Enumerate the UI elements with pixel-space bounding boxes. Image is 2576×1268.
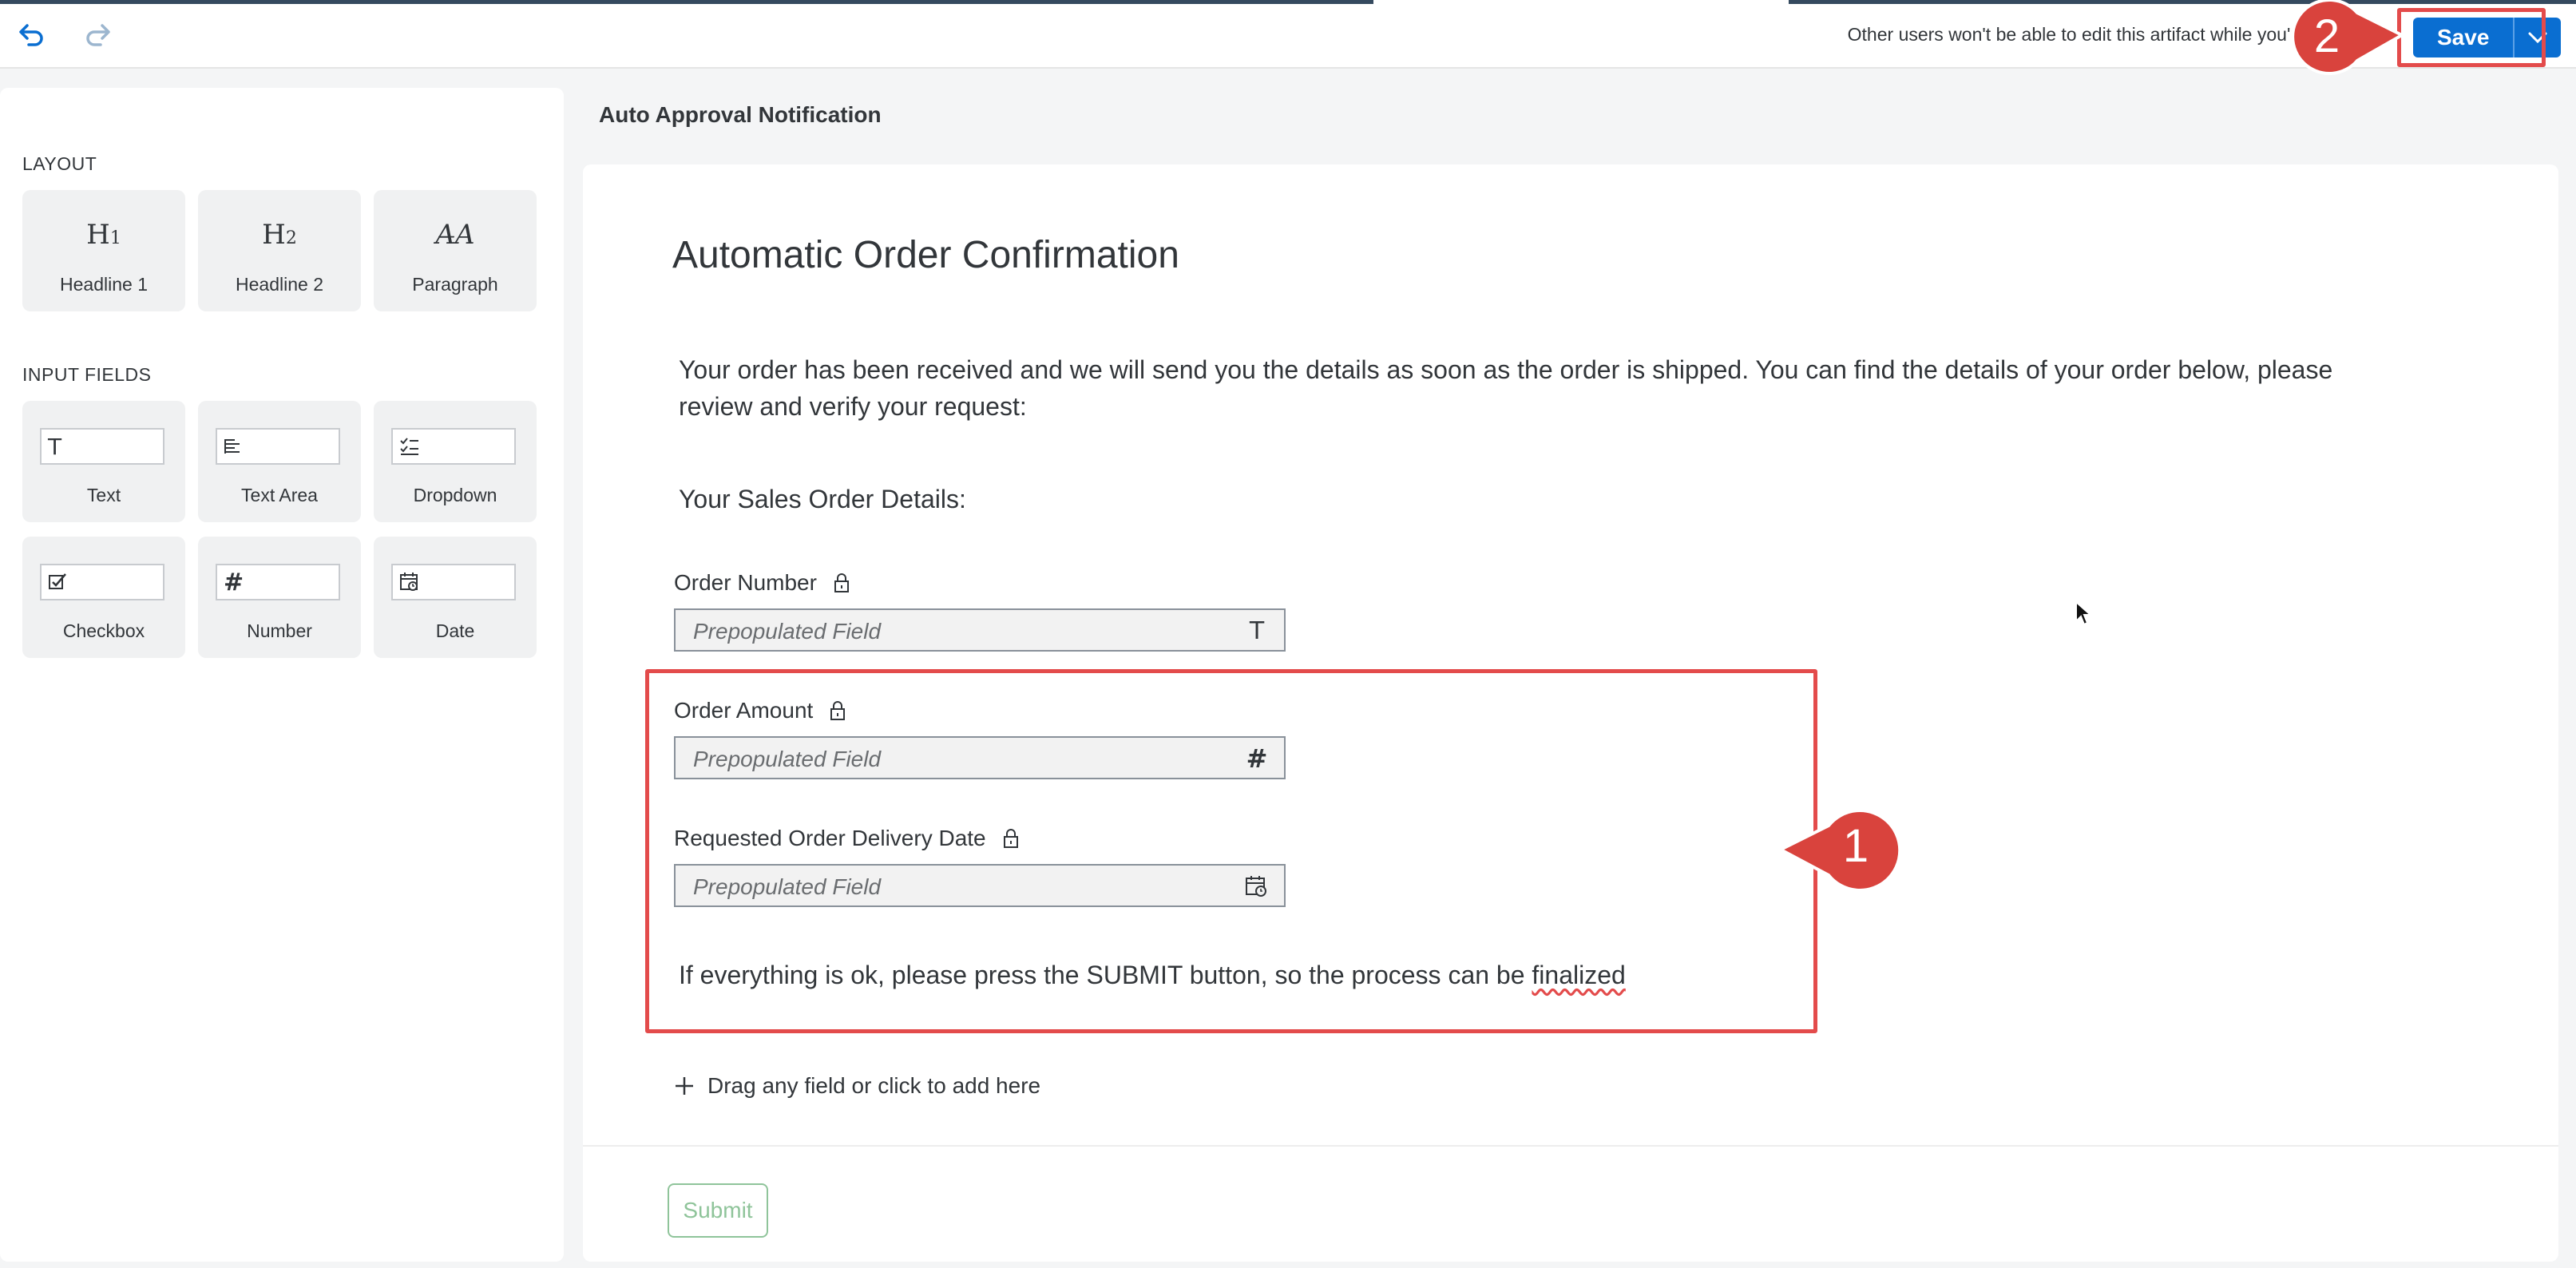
mouse-cursor-icon — [2075, 600, 2093, 626]
plus-icon — [676, 1077, 693, 1095]
layout-section-title: LAYOUT — [22, 153, 97, 174]
form-title[interactable]: Automatic Order Confirmation — [672, 233, 1179, 277]
artifact-name: Auto Approval Notification — [599, 102, 882, 127]
field-label-text: Order Number — [674, 570, 817, 595]
lock-message: Other users won't be able to edit this a… — [1847, 24, 2297, 45]
callout-2: 2 — [2277, 0, 2406, 83]
progress-line — [0, 0, 1373, 4]
fields-highlight-box — [645, 669, 1817, 1033]
checkbox-icon — [40, 564, 164, 600]
progress-line-right — [1789, 0, 2576, 4]
palette-item-label: Headline 1 — [60, 274, 148, 295]
field-placeholder: Prepopulated Field — [693, 619, 882, 644]
palette-item-dropdown[interactable]: Dropdown — [374, 401, 537, 522]
headline-1-icon: H1 — [86, 219, 121, 251]
palette-item-label: Text — [86, 485, 121, 505]
date-icon — [391, 564, 516, 600]
palette-item-label: Checkbox — [62, 620, 145, 641]
headline-2-icon: H2 — [262, 219, 297, 251]
callout-number: 2 — [2313, 10, 2340, 62]
palette-item-paragraph[interactable]: A̶A Paragraph — [374, 190, 537, 311]
palette-item-checkbox[interactable]: Checkbox — [22, 537, 185, 658]
undo-icon[interactable] — [11, 13, 53, 54]
callout-number: 1 — [1842, 820, 1869, 872]
redo-icon[interactable] — [77, 13, 118, 54]
order-number-field[interactable]: Prepopulated Field T — [674, 608, 1286, 652]
intro-paragraph[interactable]: Your order has been received and we will… — [679, 351, 2356, 425]
palette-item-label: Text Area — [241, 485, 318, 505]
palette-item-label: Date — [435, 620, 475, 641]
palette-item-number[interactable]: # Number — [198, 537, 361, 658]
lock-icon — [834, 573, 849, 592]
palette-item-headline-1[interactable]: H1 Headline 1 — [22, 190, 185, 311]
form-footer-divider — [583, 1145, 2558, 1147]
palette-item-label: Headline 2 — [236, 274, 323, 295]
text-type-icon: T — [1249, 616, 1265, 645]
submit-button[interactable]: Submit — [668, 1183, 768, 1238]
palette-item-label: Paragraph — [412, 274, 498, 295]
dropdown-icon — [391, 428, 516, 465]
callout-1: 1 — [1777, 805, 1902, 898]
text-area-icon — [216, 428, 340, 465]
number-icon: # — [216, 564, 340, 600]
save-highlight-box — [2397, 8, 2546, 67]
paragraph-icon: A̶A — [435, 219, 475, 251]
palette-item-label: Dropdown — [413, 485, 497, 505]
palette-item-text-area[interactable]: Text Area — [198, 401, 361, 522]
top-toolbar: Other users won't be able to edit this a… — [0, 0, 2576, 69]
palette-item-text[interactable]: T Text — [22, 401, 185, 522]
order-number-label: Order Number — [674, 570, 850, 596]
add-field-dropzone[interactable]: Drag any field or click to add here — [674, 1073, 1040, 1099]
section-heading[interactable]: Your Sales Order Details: — [679, 481, 2356, 517]
add-field-hint: Drag any field or click to add here — [707, 1073, 1041, 1098]
input-fields-section-title: INPUT FIELDS — [22, 364, 152, 385]
palette-item-label: Number — [247, 620, 312, 641]
palette-item-date[interactable]: Date — [374, 537, 537, 658]
text-icon: T — [40, 428, 164, 465]
palette-item-headline-2[interactable]: H2 Headline 2 — [198, 190, 361, 311]
